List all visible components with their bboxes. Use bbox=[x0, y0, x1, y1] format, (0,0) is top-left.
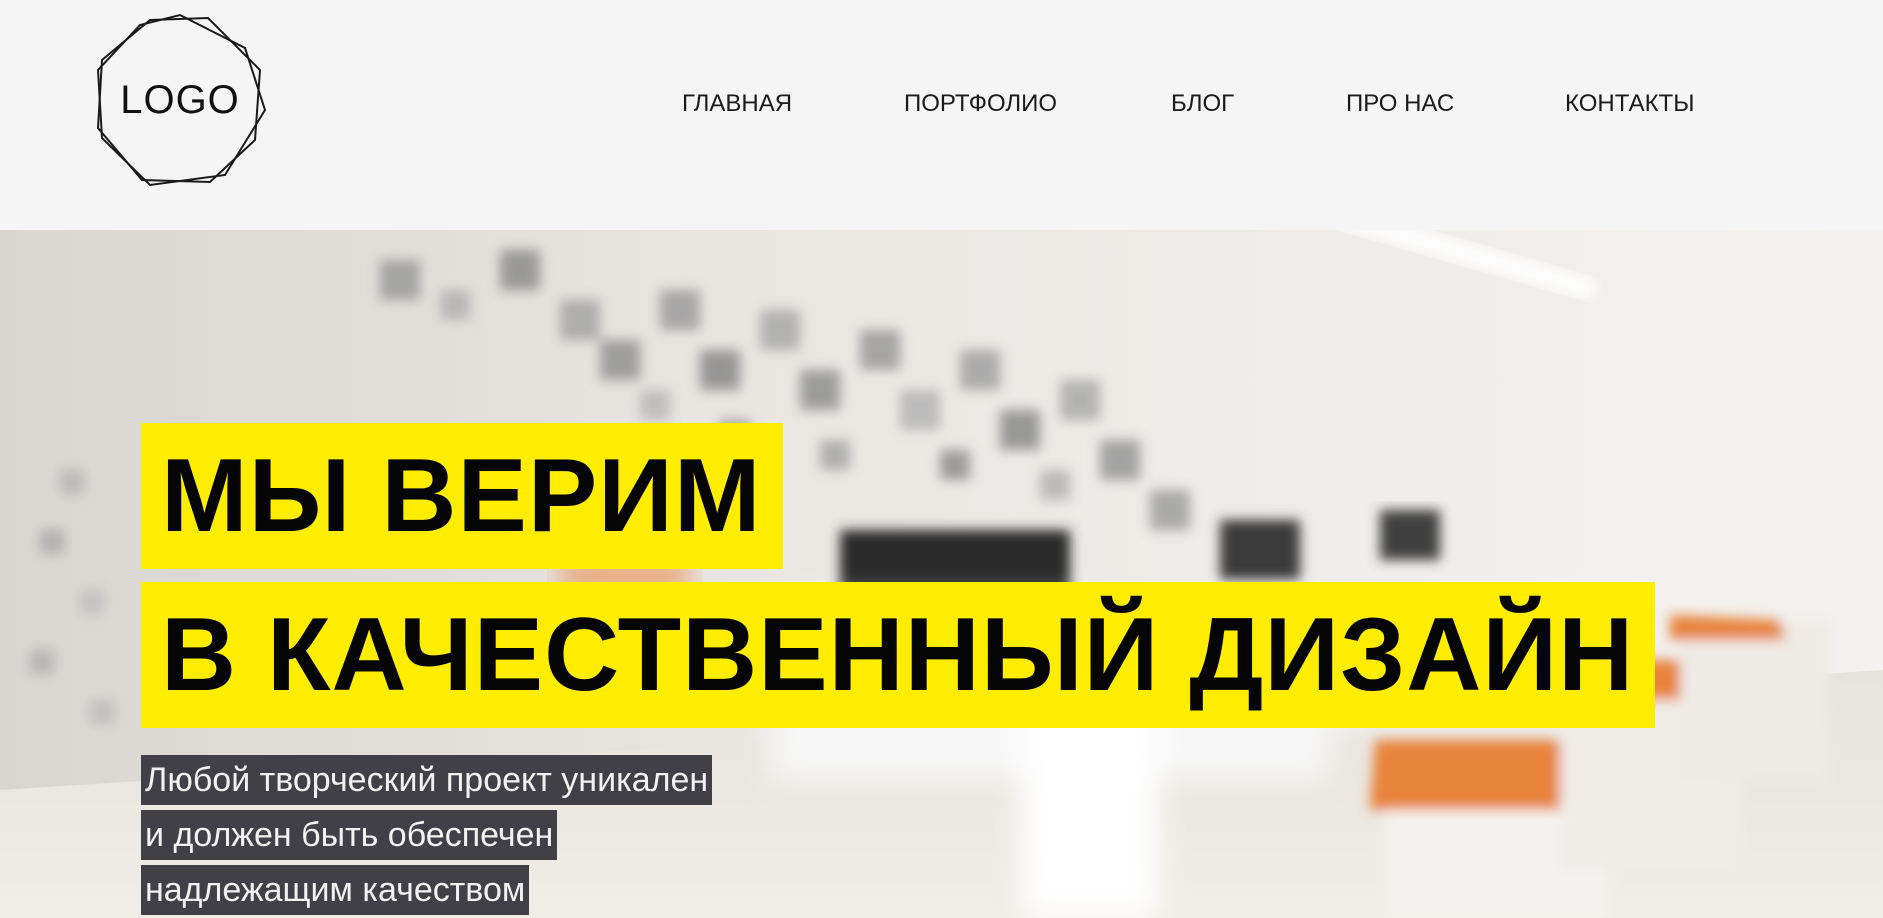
hero-subtitle-line-3: надлежащим качеством bbox=[141, 865, 530, 915]
nav-item-portfolio[interactable]: ПОРТФОЛИО bbox=[904, 84, 1057, 124]
hero-headline-line-2: В КАЧЕСТВЕННЫЙ ДИЗАЙН bbox=[141, 582, 1656, 728]
hero-headline-line-1: МЫ ВЕРИМ bbox=[141, 423, 783, 569]
hero-subtitle-line-1: Любой творческий проект уникален bbox=[141, 755, 713, 805]
hero-subtitle-line-2: и должен быть обеспечен bbox=[141, 810, 558, 860]
nav-item-blog[interactable]: БЛОГ bbox=[1171, 84, 1234, 124]
nav-item-about[interactable]: ПРО НАС bbox=[1346, 84, 1454, 124]
site-header: LOGO ГЛАВНАЯ ПОРТФОЛИО БЛОГ ПРО НАС КОНТ… bbox=[0, 0, 1883, 230]
hero-section: МЫ ВЕРИМ В КАЧЕСТВЕННЫЙ ДИЗАЙН Любой тво… bbox=[0, 230, 1883, 918]
nav-item-home[interactable]: ГЛАВНАЯ bbox=[682, 84, 792, 124]
main-nav: ГЛАВНАЯ ПОРТФОЛИО БЛОГ ПРО НАС КОНТАКТЫ bbox=[0, 84, 1883, 124]
landing-page: LOGO ГЛАВНАЯ ПОРТФОЛИО БЛОГ ПРО НАС КОНТ… bbox=[0, 0, 1883, 918]
nav-item-contacts[interactable]: КОНТАКТЫ bbox=[1565, 84, 1694, 124]
